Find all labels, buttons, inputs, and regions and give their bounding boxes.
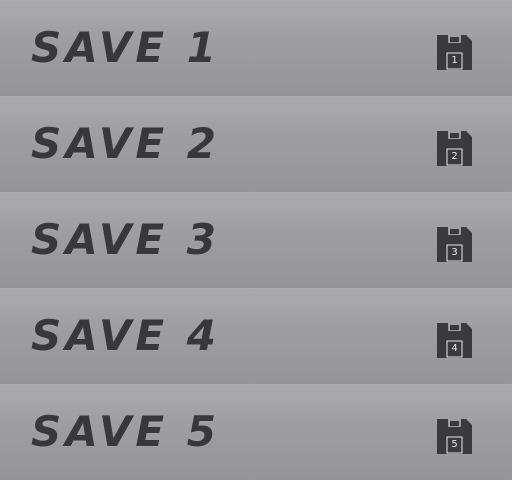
disk-number: 3 [451, 247, 458, 258]
save-slot-label: SAVE 3 [31, 214, 220, 264]
disk-number: 5 [451, 439, 458, 450]
save-slot-label: SAVE 4 [31, 310, 220, 360]
floppy-disk-icon: 4 [437, 323, 472, 358]
save-slot-label: SAVE 5 [31, 406, 220, 456]
save-slot-5[interactable]: SAVE 5 5 [0, 384, 512, 480]
disk-number: 4 [451, 343, 458, 354]
disk-number: 2 [451, 151, 458, 162]
floppy-disk-icon: 1 [437, 35, 472, 70]
save-slot-label: SAVE 1 [31, 22, 220, 72]
save-slot-4[interactable]: SAVE 4 4 [0, 288, 512, 384]
save-slot-3[interactable]: SAVE 3 3 [0, 192, 512, 288]
disk-number: 1 [451, 55, 458, 66]
save-slot-label: SAVE 2 [31, 118, 220, 168]
floppy-disk-icon: 3 [437, 227, 472, 262]
floppy-disk-icon: 5 [437, 419, 472, 454]
save-slot-list: SAVE 1 1 SAVE 2 2 SAVE 3 3 SAVE 4 4 SAVE… [0, 0, 512, 480]
save-slot-1[interactable]: SAVE 1 1 [0, 0, 512, 96]
save-slot-2[interactable]: SAVE 2 2 [0, 96, 512, 192]
floppy-disk-icon: 2 [437, 131, 472, 166]
